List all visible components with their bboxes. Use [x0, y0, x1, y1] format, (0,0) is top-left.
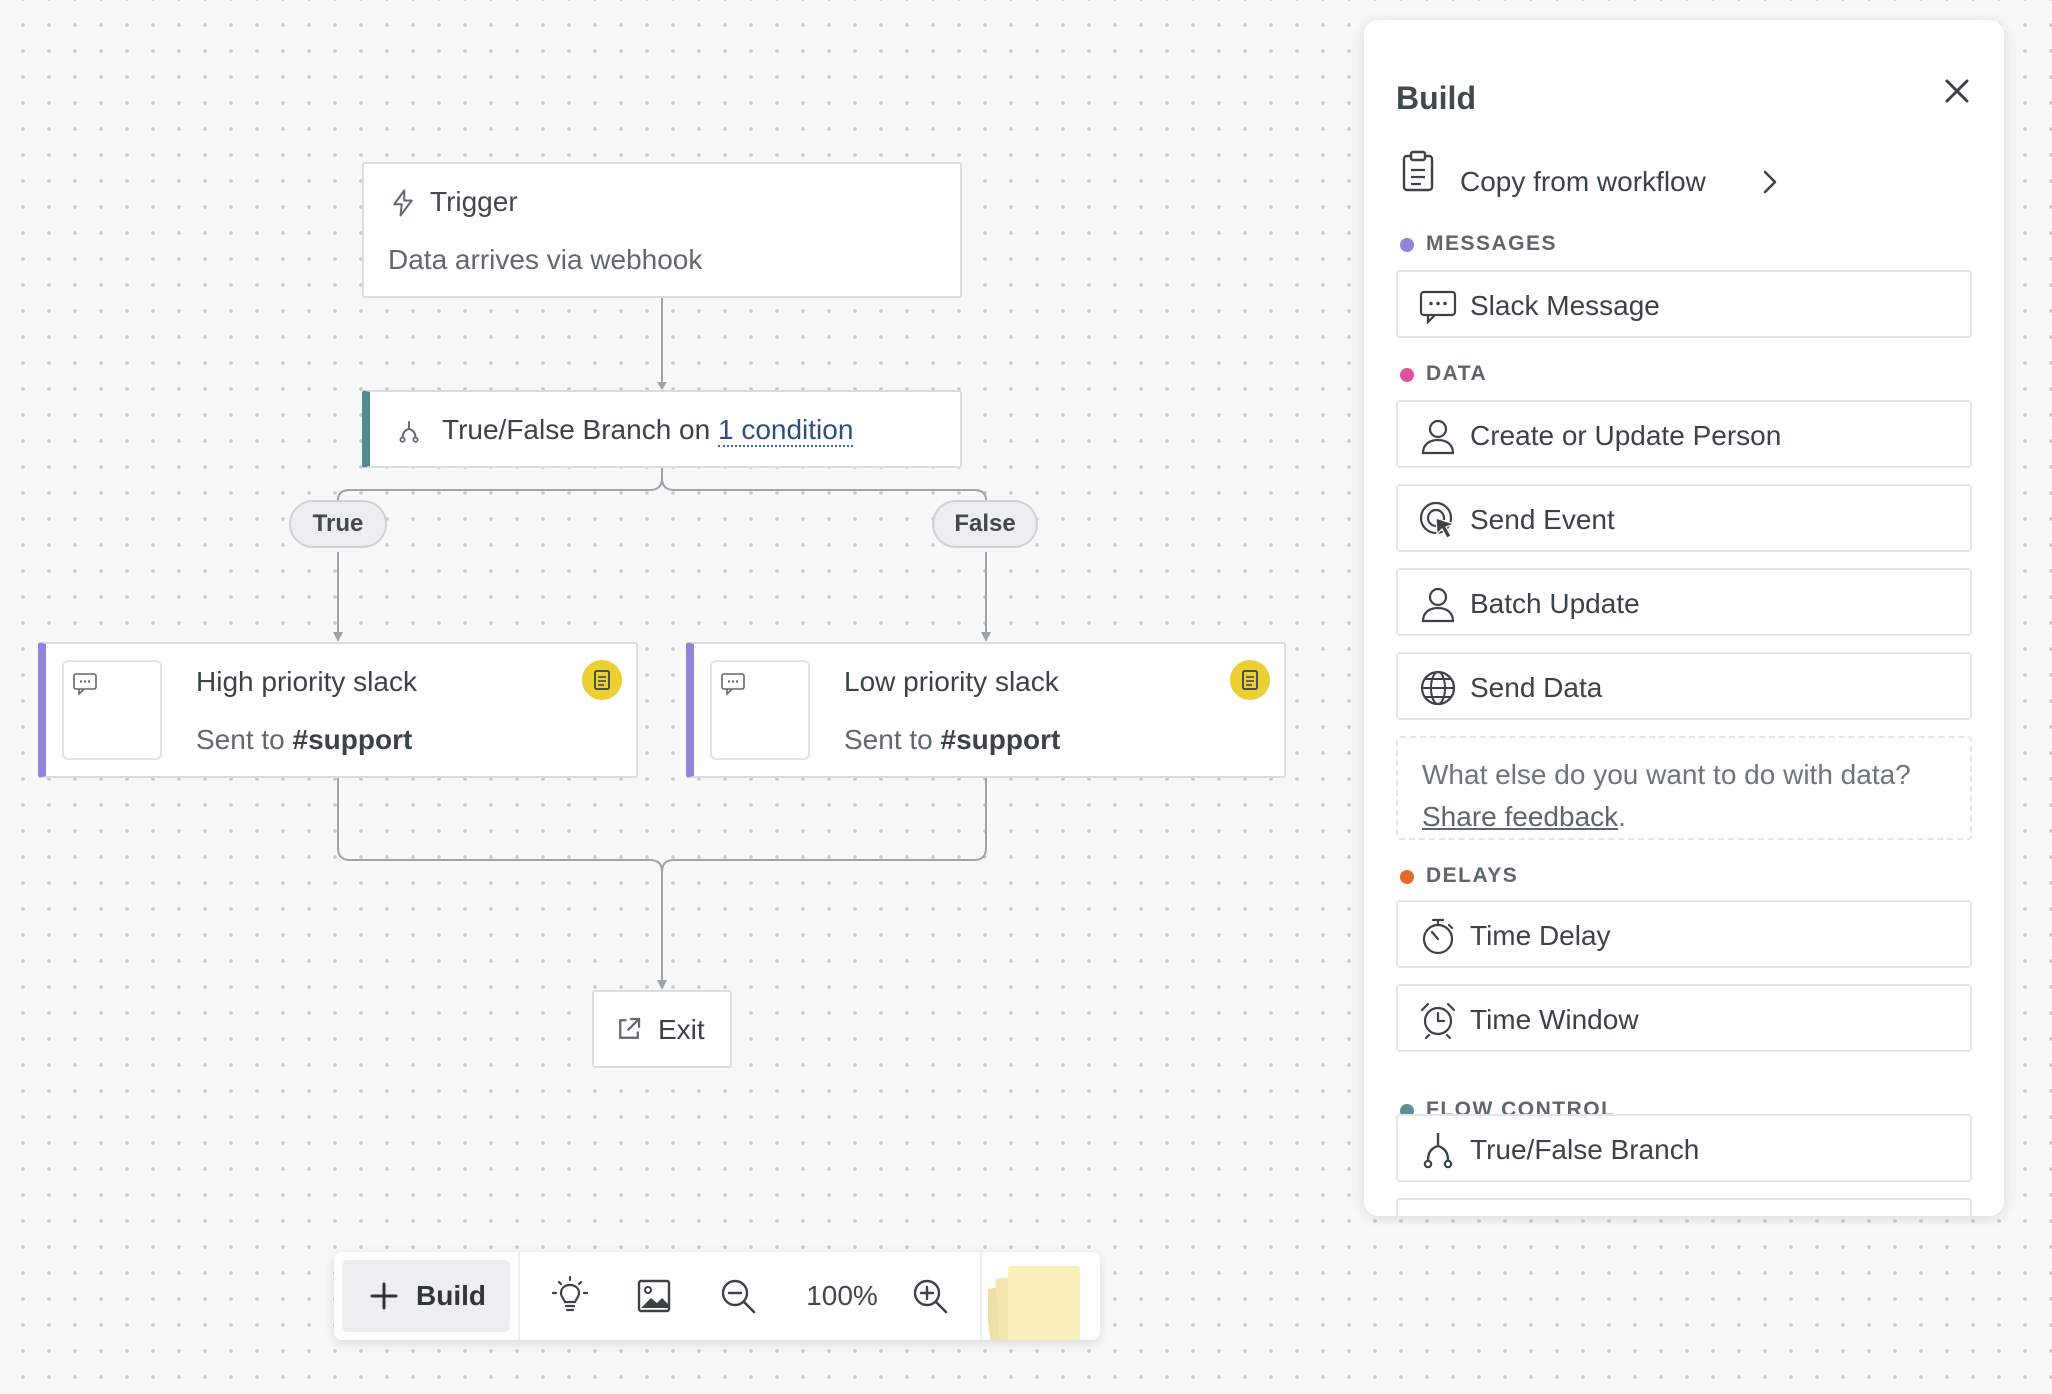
section-label: DELAYS	[1426, 864, 1519, 887]
item-label: Create or Update Person	[1470, 420, 1782, 451]
lightbulb-icon[interactable]	[548, 1274, 592, 1318]
toolbar-divider	[518, 1252, 520, 1340]
item-slack-message[interactable]: Slack Message	[1396, 270, 1972, 338]
channel-name: #support	[292, 724, 413, 755]
item-batch-update[interactable]: Batch Update	[1396, 568, 1972, 636]
build-button[interactable]: Build	[342, 1260, 510, 1332]
item-label: Send Data	[1470, 672, 1603, 703]
item-time-window[interactable]: Time Window	[1396, 984, 1972, 1052]
zoom-out-icon[interactable]	[716, 1274, 760, 1318]
item-send-event[interactable]: Send Event	[1396, 484, 1972, 552]
action-subtitle: Sent to #support	[844, 724, 1060, 756]
document-icon	[1242, 670, 1258, 690]
item-label: True/False Branch	[1470, 1134, 1700, 1165]
trigger-title: Trigger	[430, 186, 518, 217]
feedback-question: What else do you want to do with data?	[1422, 759, 1911, 790]
branch-icon	[1423, 1133, 1453, 1169]
action-title: Low priority slack	[844, 666, 1059, 697]
share-feedback-link[interactable]: Share feedback	[1422, 801, 1618, 832]
item-true-false-branch[interactable]: True/False Branch	[1396, 1114, 1972, 1182]
note-badge[interactable]	[1230, 660, 1270, 700]
external-link-icon	[619, 1017, 641, 1039]
section-dot	[1400, 870, 1414, 884]
person-icon	[1421, 587, 1455, 623]
clipboard-icon	[1402, 150, 1434, 192]
section-label: DATA	[1426, 362, 1488, 385]
feedback-suffix: .	[1618, 801, 1626, 832]
item-create-or-update-person[interactable]: Create or Update Person	[1396, 400, 1972, 468]
channel-name: #support	[940, 724, 1061, 755]
message-thumbnail	[62, 660, 162, 760]
low-priority-slack-node[interactable]: Low priority slack Sent to #support	[686, 642, 1286, 778]
item-label: Time Delay	[1470, 920, 1611, 951]
action-subtitle: Sent to #support	[196, 724, 412, 756]
item-send-data[interactable]: Send Data	[1396, 652, 1972, 720]
cursor-click-icon	[1419, 501, 1456, 539]
copy-from-workflow-button[interactable]: Copy from workflow	[1396, 140, 1777, 200]
copy-from-workflow-label: Copy from workflow	[1460, 166, 1706, 197]
build-panel: Build Copy from workflow MESSAGES Slack …	[1364, 20, 2004, 1216]
branch-icon	[399, 421, 419, 443]
section-dot	[1400, 238, 1414, 252]
exit-label: Exit	[658, 1014, 705, 1045]
item-next-partial[interactable]	[1396, 1198, 1972, 1216]
sticky-notes-icon[interactable]	[988, 1266, 1100, 1340]
globe-icon	[1420, 670, 1456, 706]
panel-title: Build	[1396, 80, 1476, 116]
item-label: Time Window	[1470, 1004, 1639, 1035]
canvas-toolbar: Build 100%	[334, 1252, 1100, 1340]
note-badge[interactable]	[582, 660, 622, 700]
item-label: Batch Update	[1470, 588, 1640, 619]
alarm-clock-icon	[1420, 1002, 1456, 1040]
false-branch-label: False	[932, 500, 1038, 548]
document-icon	[594, 670, 610, 690]
image-icon[interactable]	[632, 1274, 676, 1318]
trigger-node[interactable]: Trigger Data arrives via webhook	[362, 162, 962, 298]
zoom-in-icon[interactable]	[908, 1274, 952, 1318]
person-icon	[1421, 419, 1455, 455]
close-icon[interactable]	[1932, 66, 1982, 116]
toolbar-divider	[980, 1252, 982, 1340]
sent-to-label: Sent to	[844, 724, 941, 755]
true-branch-label: True	[289, 500, 387, 548]
zoom-level: 100%	[806, 1280, 878, 1311]
message-thumbnail	[710, 660, 810, 760]
plus-icon	[370, 1282, 398, 1310]
build-button-label: Build	[416, 1280, 486, 1311]
section-dot	[1400, 368, 1414, 382]
section-label: MESSAGES	[1426, 232, 1558, 255]
item-label: Send Event	[1470, 504, 1615, 535]
branch-label-prefix: True/False Branch on	[442, 414, 718, 445]
data-feedback-box: What else do you want to do with data? S…	[1396, 736, 1972, 840]
trigger-subtitle: Data arrives via webhook	[388, 244, 703, 275]
action-title: High priority slack	[196, 666, 417, 697]
branch-condition-link[interactable]: 1 condition	[717, 414, 854, 447]
item-label: Slack Message	[1470, 290, 1660, 321]
lightning-icon	[393, 189, 413, 217]
branch-label: True/False Branch on 1 condition	[442, 414, 854, 447]
chat-icon	[1419, 290, 1457, 325]
high-priority-slack-node[interactable]: High priority slack Sent to #support	[38, 642, 638, 778]
chat-icon	[73, 673, 97, 696]
item-time-delay[interactable]: Time Delay	[1396, 900, 1972, 968]
chevron-right-icon	[1763, 170, 1777, 194]
sent-to-label: Sent to	[196, 724, 293, 755]
branch-node[interactable]: True/False Branch on 1 condition	[362, 390, 962, 468]
stopwatch-icon	[1422, 918, 1454, 955]
chat-icon	[721, 673, 745, 696]
exit-node[interactable]: Exit	[592, 990, 732, 1068]
